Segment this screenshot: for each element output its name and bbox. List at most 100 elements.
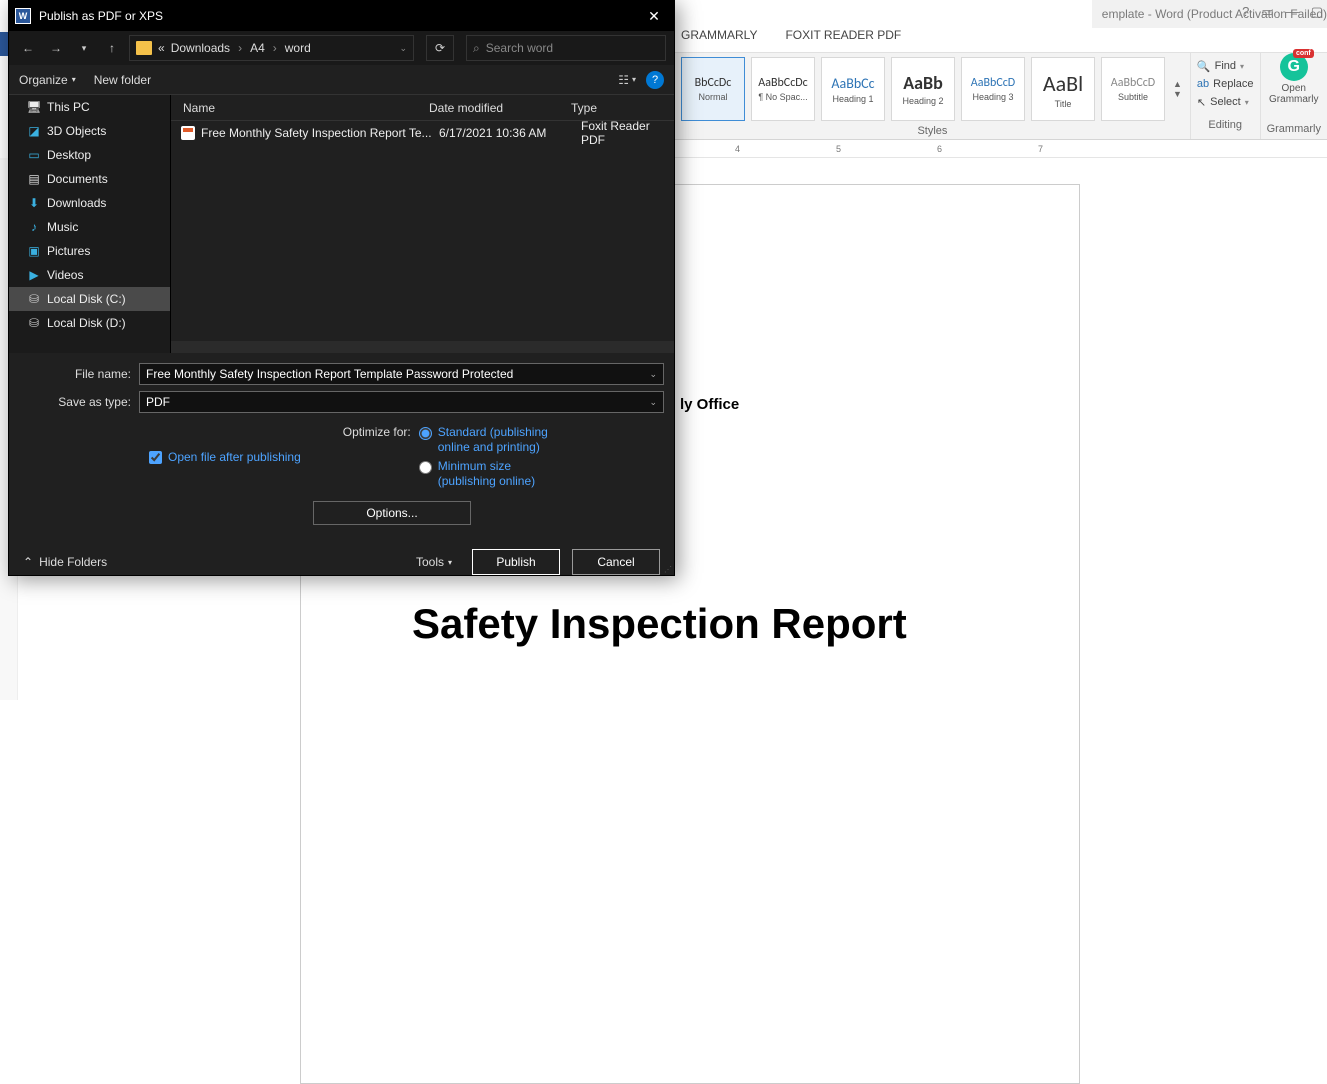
- hide-folders-button[interactable]: ⌃ Hide Folders: [23, 555, 107, 569]
- grammarly-badge: conf: [1293, 49, 1314, 58]
- recent-button[interactable]: ▾: [73, 36, 95, 60]
- grammarly-label: Grammarly: [1267, 123, 1321, 139]
- tree-desktop[interactable]: ▭Desktop: [9, 143, 170, 167]
- videos-icon: ▶: [27, 269, 41, 281]
- nav-tree[interactable]: 🖥This PC ◪3D Objects ▭Desktop ▤Documents…: [9, 95, 171, 353]
- addr-dropdown-icon[interactable]: ⌄: [399, 43, 407, 54]
- style-heading2[interactable]: AaBbHeading 2: [891, 57, 955, 121]
- style-normal[interactable]: BbCcDcNormal: [681, 57, 745, 121]
- tree-3d-objects[interactable]: ◪3D Objects: [9, 119, 170, 143]
- saveas-select[interactable]: PDF ⌄: [139, 391, 664, 413]
- tree-this-pc[interactable]: 🖥This PC: [9, 95, 170, 119]
- pictures-icon: ▣: [27, 245, 41, 257]
- word-titlebar: emplate - Word (Product Activation Faile…: [1092, 0, 1327, 28]
- tree-cdrive[interactable]: ⛁Local Disk (C:): [9, 287, 170, 311]
- objects-icon: ◪: [27, 125, 41, 137]
- options-button[interactable]: Options...: [313, 501, 471, 525]
- find-icon: 🔍: [1197, 60, 1211, 73]
- word-icon: W: [15, 8, 31, 24]
- grammarly-icon[interactable]: Gconf: [1280, 53, 1308, 81]
- search-placeholder: Search word: [486, 41, 553, 55]
- documents-icon: ▤: [27, 173, 41, 185]
- grammarly-button-label[interactable]: Open Grammarly: [1261, 83, 1327, 105]
- chevron-down-icon[interactable]: ⌄: [649, 369, 657, 380]
- back-button[interactable]: ←: [17, 36, 39, 60]
- styles-more[interactable]: ▲▼: [1171, 77, 1184, 101]
- col-type[interactable]: Type: [571, 101, 674, 115]
- refresh-button[interactable]: ⟳: [426, 35, 454, 61]
- style-title[interactable]: AaBlTitle: [1031, 57, 1095, 121]
- editing-group: 🔍Find▾ abReplace ↖Select▾ Editing: [1190, 53, 1260, 139]
- drive-icon: ⛁: [27, 317, 41, 329]
- help-icon[interactable]: ?: [1242, 4, 1249, 20]
- file-row[interactable]: Free Monthly Safety Inspection Report Te…: [171, 121, 674, 145]
- file-type: Foxit Reader PDF: [581, 119, 674, 147]
- up-button[interactable]: ↑: [101, 36, 123, 60]
- chevron-right-icon: ›: [236, 41, 244, 55]
- replace-button[interactable]: abReplace: [1197, 75, 1254, 93]
- horizontal-scrollbar[interactable]: [171, 341, 674, 353]
- grammarly-group: Gconf Open Grammarly Grammarly: [1260, 53, 1327, 139]
- view-button[interactable]: ☷▾: [618, 73, 636, 87]
- doc-title: Safety Inspection Report: [412, 600, 907, 648]
- saveas-label: Save as type:: [19, 395, 139, 409]
- drive-icon: ⛁: [27, 293, 41, 305]
- publish-button[interactable]: Publish: [472, 549, 560, 575]
- breadcrumb-a4[interactable]: A4: [250, 41, 265, 55]
- styles-label: Styles: [675, 125, 1190, 139]
- doc-subtitle: ly Office: [680, 396, 739, 413]
- address-bar[interactable]: « Downloads › A4 › word ⌄: [129, 35, 414, 61]
- cancel-button[interactable]: Cancel: [572, 549, 660, 575]
- tree-downloads[interactable]: ⬇Downloads: [9, 191, 170, 215]
- tree-ddrive[interactable]: ⛁Local Disk (D:): [9, 311, 170, 335]
- file-tab-strip: [0, 32, 8, 56]
- find-button[interactable]: 🔍Find▾: [1197, 57, 1254, 75]
- pc-icon: 🖥: [27, 101, 41, 113]
- view-icon: ☷: [618, 73, 629, 87]
- file-date: 6/17/2021 10:36 AM: [439, 126, 581, 140]
- breadcrumb-prefix: «: [158, 41, 165, 55]
- tree-pictures[interactable]: ▣Pictures: [9, 239, 170, 263]
- optimize-standard-radio[interactable]: Standard (publishingonline and printing): [419, 425, 548, 455]
- tree-music[interactable]: ♪Music: [9, 215, 170, 239]
- minimum-radio-input[interactable]: [419, 461, 432, 474]
- optimize-minimum-radio[interactable]: Minimum size(publishing online): [419, 459, 548, 489]
- filename-input[interactable]: Free Monthly Safety Inspection Report Te…: [139, 363, 664, 385]
- style-nospacing[interactable]: AaBbCcDc¶ No Spac...: [751, 57, 815, 121]
- dialog-navbar: ← → ▾ ↑ « Downloads › A4 › word ⌄ ⟳ ⌕ Se…: [9, 31, 674, 65]
- select-button[interactable]: ↖Select▾: [1197, 93, 1254, 111]
- tree-documents[interactable]: ▤Documents: [9, 167, 170, 191]
- col-name[interactable]: Name: [171, 101, 429, 115]
- maximize-icon[interactable]: ▢: [1311, 4, 1323, 20]
- dialog-titlebar: W Publish as PDF or XPS ✕: [9, 1, 674, 31]
- file-header: Name Date modified Type: [171, 95, 674, 121]
- tab-foxit[interactable]: FOXIT READER PDF: [785, 28, 901, 52]
- new-folder-button[interactable]: New folder: [94, 73, 151, 87]
- close-button[interactable]: ✕: [634, 1, 674, 31]
- standard-radio-input[interactable]: [419, 427, 432, 440]
- breadcrumb-downloads[interactable]: Downloads: [171, 41, 230, 55]
- tree-videos[interactable]: ▶Videos: [9, 263, 170, 287]
- style-subtitle[interactable]: AaBbCcDSubtitle: [1101, 57, 1165, 121]
- file-list[interactable]: Name Date modified Type Free Monthly Saf…: [171, 95, 674, 353]
- help-button[interactable]: ?: [646, 71, 664, 89]
- breadcrumb-word[interactable]: word: [285, 41, 311, 55]
- search-input[interactable]: ⌕ Search word: [466, 35, 666, 61]
- chevron-down-icon[interactable]: ⌄: [649, 397, 657, 408]
- tools-button[interactable]: Tools▾: [416, 555, 452, 569]
- tab-grammarly[interactable]: GRAMMARLY: [681, 28, 757, 52]
- forward-button[interactable]: →: [45, 36, 67, 60]
- open-after-checkbox[interactable]: Open file after publishing: [149, 425, 301, 489]
- ribbon-tabs: GRAMMARLY FOXIT READER PDF: [675, 28, 1327, 52]
- organize-button[interactable]: Organize▾: [19, 73, 76, 87]
- ribbon-body: BbCcDcNormal AaBbCcDc¶ No Spac... AaBbCc…: [675, 52, 1327, 140]
- open-after-input[interactable]: [149, 451, 162, 464]
- style-heading1[interactable]: AaBbCcHeading 1: [821, 57, 885, 121]
- col-date[interactable]: Date modified: [429, 101, 571, 115]
- replace-icon: ab: [1197, 78, 1209, 90]
- ribbon-display-icon[interactable]: ▭: [1261, 4, 1273, 20]
- style-heading3[interactable]: AaBbCcDHeading 3: [961, 57, 1025, 121]
- resize-grip[interactable]: ⋰: [664, 567, 672, 573]
- folder-icon: [136, 41, 152, 55]
- minimize-icon[interactable]: ―: [1286, 4, 1299, 20]
